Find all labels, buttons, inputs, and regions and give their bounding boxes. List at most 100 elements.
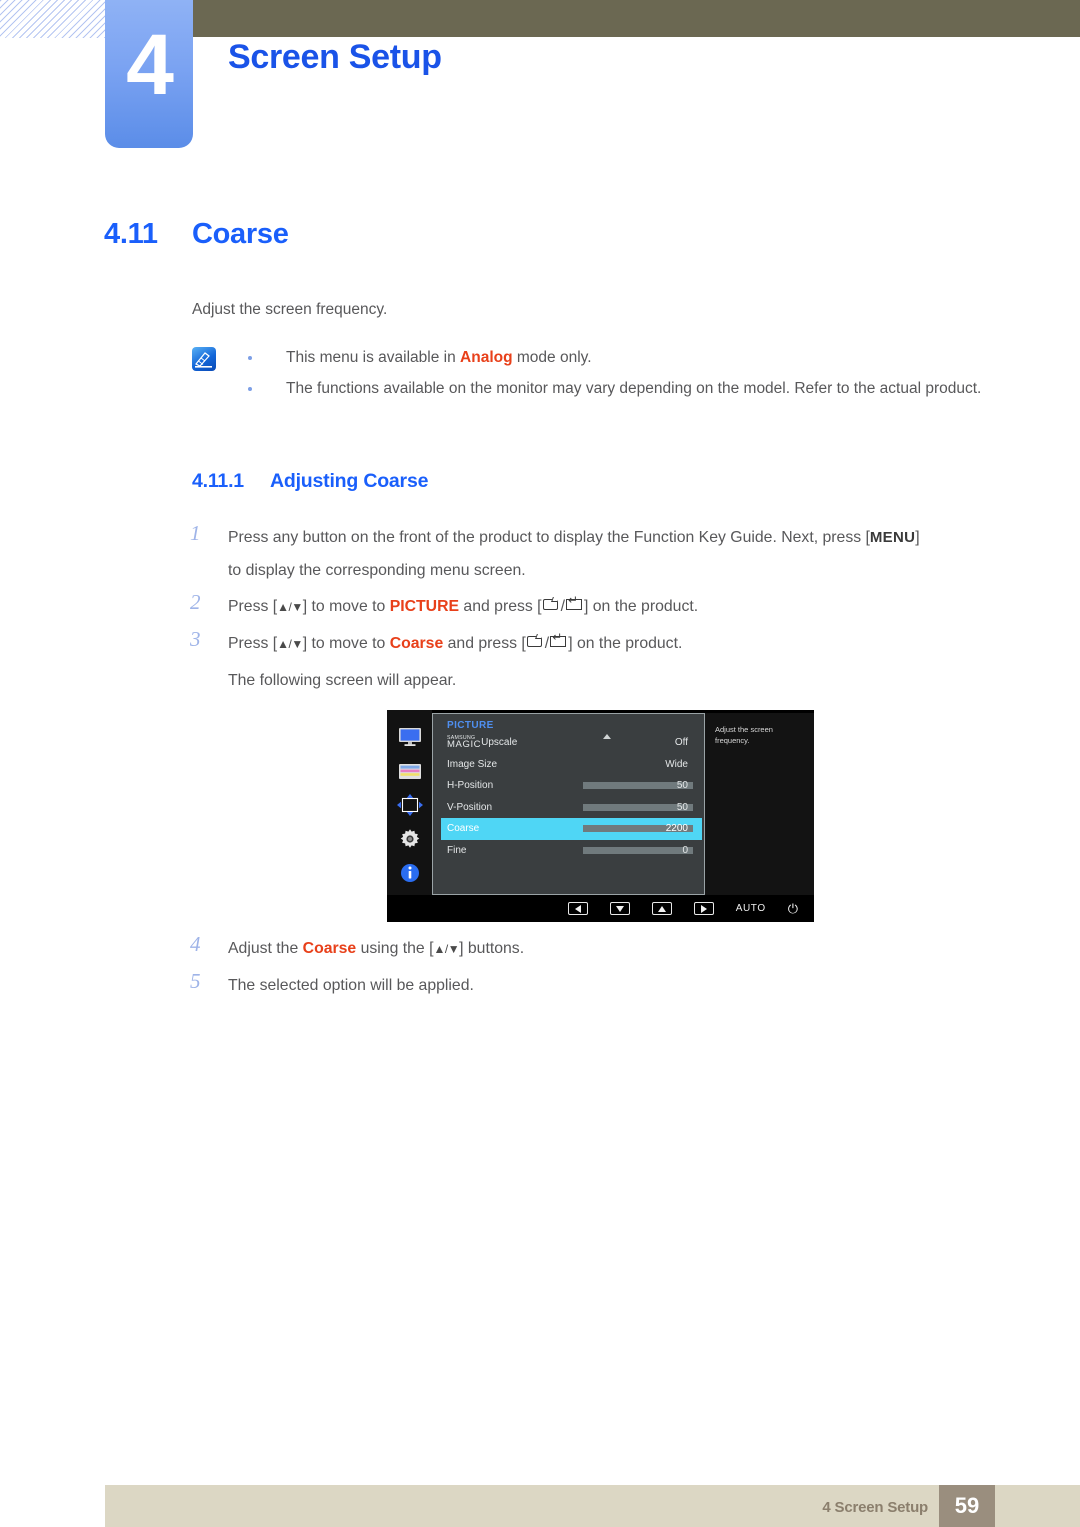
steps-before-figure: 1 Press any button on the front of the p… <box>186 521 1026 697</box>
up-down-arrows-glyph: ▲/▼ <box>433 942 460 956</box>
up-down-arrows-glyph: ▲/▼ <box>277 637 303 651</box>
note-list: This menu is available in Analog mode on… <box>244 342 1004 404</box>
left-arrow-button[interactable] <box>567 902 588 915</box>
info-circle-icon[interactable] <box>397 860 423 886</box>
section-intro: Adjust the screen frequency. <box>192 301 388 318</box>
steps-after-figure: 4 Adjust the Coarse using the [▲/▼] butt… <box>186 932 1026 1005</box>
step-item: 1 Press any button on the front of the p… <box>186 521 1026 587</box>
note-pencil-icon <box>192 347 216 371</box>
osd-row-slider[interactable] <box>583 846 693 854</box>
step-number: 4 <box>190 932 201 956</box>
down-arrow-button[interactable] <box>609 902 630 915</box>
back-key-icon <box>542 599 561 612</box>
osd-row-coarse[interactable]: Coarse 2200 <box>441 818 702 840</box>
up-arrow-button[interactable] <box>651 902 672 915</box>
step-text-c: and press [ <box>443 635 526 652</box>
step-number: 5 <box>190 969 201 993</box>
osd-row-v-position[interactable]: V-Position 50 <box>441 797 694 819</box>
osd-menu-panel: PICTURE SAMSUNG MAGIC Upscale Off Image … <box>432 713 705 895</box>
magic-word-text: MAGIC <box>447 739 482 751</box>
step-text-b: ] to move to <box>302 598 390 615</box>
samsung-magic-logo: SAMSUNG MAGIC <box>447 735 482 751</box>
step-text: Adjust the Coarse using the [▲/▼] button… <box>228 932 1026 966</box>
subsection-title: Adjusting Coarse <box>270 470 429 492</box>
osd-row-value: Wide <box>665 758 688 770</box>
step-text-a: The selected option will be applied. <box>228 977 474 994</box>
step-number: 2 <box>190 590 201 614</box>
note-item: The functions available on the monitor m… <box>244 373 1004 404</box>
section-title: Coarse <box>192 218 289 250</box>
note-item: This menu is available in Analog mode on… <box>244 342 1004 373</box>
step-text: The selected option will be applied. <box>228 969 1026 1002</box>
chapter-title: Screen Setup <box>228 38 442 76</box>
up-arrow-icon <box>657 905 666 912</box>
osd-row-magic-upscale[interactable]: SAMSUNG MAGIC Upscale Off <box>441 732 694 754</box>
monitor-picture-icon[interactable] <box>397 724 423 750</box>
chapter-number: 4 <box>126 17 174 113</box>
step-item: 2 Press [▲/▼] to move to PICTURE and pre… <box>186 590 1026 624</box>
step-text-c: and press [ <box>459 598 542 615</box>
footer-page-number: 59 <box>939 1485 995 1527</box>
step-subtext: The following screen will appear. <box>228 672 457 689</box>
osd-button-bar: AUTO ⏻ <box>387 895 814 922</box>
osd-help-panel: Adjust the screen frequency. <box>705 713 814 895</box>
subsection-heading: 4.11.1 Adjusting Coarse <box>192 470 428 493</box>
section-number: 4.11 <box>104 218 158 250</box>
step-text-a: Press [ <box>228 598 278 615</box>
step-text-b: using the [ <box>356 940 434 957</box>
osd-row-image-size[interactable]: Image Size Wide <box>441 754 694 776</box>
step-text-e: ] on the product. <box>583 598 699 615</box>
step-target-label: Coarse <box>389 635 444 652</box>
down-arrow-icon <box>615 905 624 912</box>
osd-menu-title: PICTURE <box>447 720 494 731</box>
note-text-post: mode only. <box>512 349 592 366</box>
right-arrow-button[interactable] <box>693 902 714 915</box>
enter-key-icon <box>565 594 584 612</box>
step-item: 3 Press [▲/▼] to move to Coarse and pres… <box>186 627 1026 661</box>
step-text: Press [▲/▼] to move to Coarse and press … <box>228 627 1026 661</box>
auto-button-label[interactable]: AUTO <box>736 903 766 914</box>
position-arrows-icon[interactable] <box>396 792 423 818</box>
osd-row-h-position[interactable]: H-Position 50 <box>441 775 694 797</box>
right-arrow-icon <box>700 904 707 913</box>
step-item: 5 The selected option will be applied. <box>186 969 1026 1002</box>
osd-row-value: Off <box>674 737 688 749</box>
step-number: 1 <box>190 521 201 545</box>
osd-row-label: Image Size <box>447 758 498 770</box>
osd-row-value: 50 <box>676 780 688 792</box>
note-highlight: Analog <box>460 349 513 366</box>
note-text-pre: The functions available on the monitor m… <box>286 380 982 397</box>
step-text-e: ] on the product. <box>568 635 683 652</box>
back-key-icon <box>526 636 545 649</box>
header-olive-bar <box>190 0 1080 37</box>
step-text-c: ] buttons. <box>459 940 525 957</box>
step-item: 4 Adjust the Coarse using the [▲/▼] butt… <box>186 932 1026 966</box>
osd-help-text: Adjust the screen frequency. <box>715 725 773 745</box>
subsection-number: 4.11.1 <box>192 470 244 492</box>
step-target-label: Coarse <box>302 940 357 957</box>
step-text-a: Press [ <box>228 635 278 652</box>
step-target-label: PICTURE <box>389 598 460 615</box>
osd-row-value: 2200 <box>665 823 688 835</box>
osd-row-label: H-Position <box>447 780 494 792</box>
step-text-line2: to display the corresponding menu screen… <box>228 562 526 579</box>
left-arrow-icon <box>574 904 581 913</box>
diagonal-hatch-pattern <box>0 0 112 38</box>
menu-key-label: MENU <box>869 529 916 546</box>
step-text: Press any button on the front of the pro… <box>228 521 1026 587</box>
step-text-a: Press any button on the front of the pro… <box>228 529 870 546</box>
step-text: Press [▲/▼] to move to PICTURE and press… <box>228 590 1026 624</box>
osd-figure: PICTURE SAMSUNG MAGIC Upscale Off Image … <box>387 710 814 922</box>
footer-bar <box>105 1485 1080 1527</box>
color-bars-icon[interactable] <box>397 758 423 784</box>
osd-row-label: Upscale <box>481 737 518 749</box>
osd-row-value: 0 <box>682 844 688 856</box>
gear-settings-icon[interactable] <box>397 826 423 852</box>
osd-row-value: 50 <box>676 801 688 813</box>
step-text-b: ] to move to <box>302 635 390 652</box>
osd-row-label: Fine <box>447 844 467 856</box>
osd-icon-column <box>387 710 432 895</box>
power-icon[interactable]: ⏻ <box>788 902 798 915</box>
osd-row-fine[interactable]: Fine 0 <box>441 840 694 862</box>
osd-row-label: V-Position <box>447 801 493 813</box>
